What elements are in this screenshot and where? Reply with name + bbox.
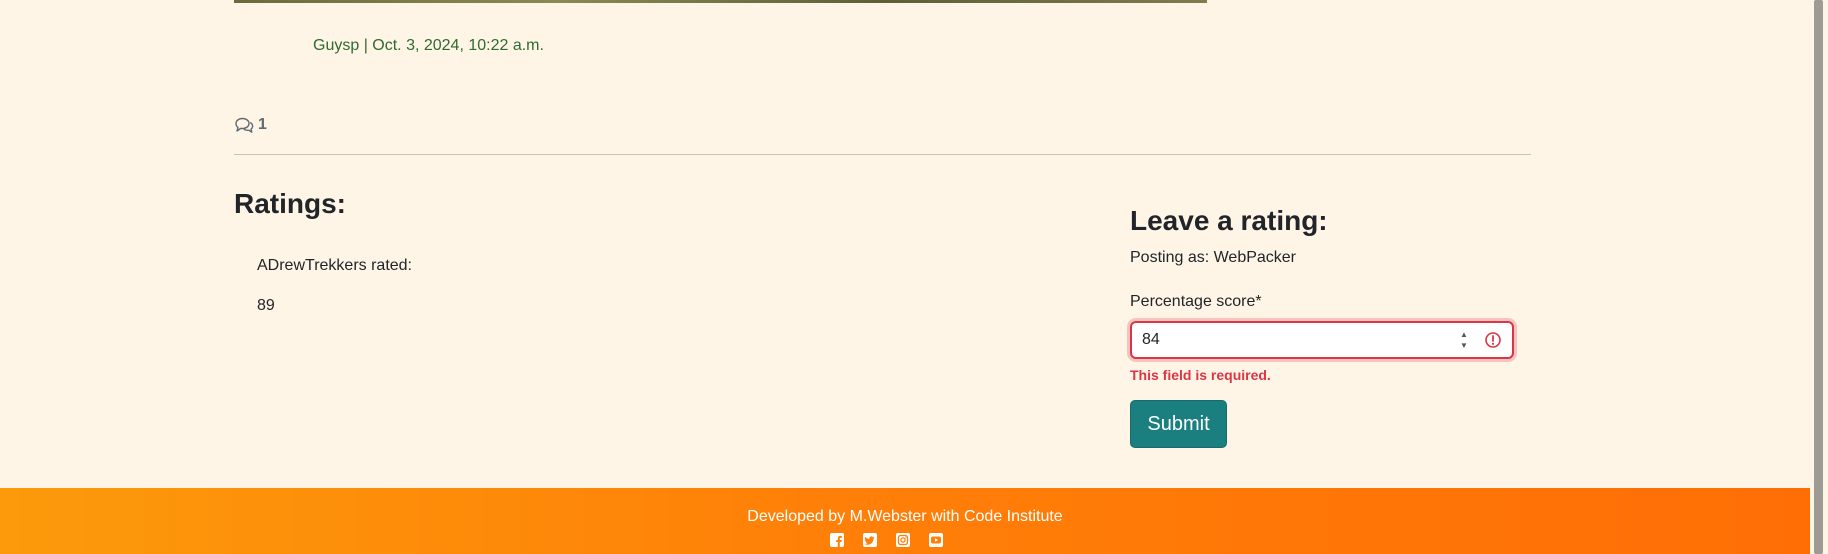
leave-rating-heading: Leave a rating: <box>1130 205 1328 236</box>
number-stepper[interactable]: ▲ ▼ <box>1458 330 1470 350</box>
footer-credit: Developed by M.Webster with Code Institu… <box>747 508 1063 525</box>
youtube-icon[interactable] <box>928 532 944 548</box>
facebook-icon[interactable] <box>829 532 845 548</box>
comments-icon <box>234 116 254 134</box>
comment-count: 1 <box>234 116 267 134</box>
percentage-score-input[interactable] <box>1132 325 1442 355</box>
rating-score: 89 <box>257 297 275 314</box>
field-error-message: This field is required. <box>1130 367 1271 383</box>
divider <box>234 154 1531 155</box>
instagram-icon[interactable] <box>895 532 911 548</box>
percentage-score-field: ▲ ▼ <box>1130 321 1514 359</box>
stepper-down-icon[interactable]: ▼ <box>1460 341 1468 350</box>
error-icon <box>1484 331 1502 349</box>
vertical-scrollbar[interactable] <box>1810 0 1828 554</box>
post-byline: Guysp | Oct. 3, 2024, 10:22 a.m. <box>313 37 544 54</box>
percentage-score-label: Percentage score* <box>1130 293 1262 310</box>
rating-author: ADrewTrekkers rated: <box>257 257 412 274</box>
ratings-heading: Ratings: <box>234 188 346 219</box>
submit-button[interactable]: Submit <box>1130 400 1227 448</box>
stepper-up-icon[interactable]: ▲ <box>1460 330 1468 339</box>
posting-as-text: Posting as: WebPacker <box>1130 249 1297 266</box>
scrollbar-thumb[interactable] <box>1814 0 1823 554</box>
post-image <box>234 0 1207 3</box>
footer: Developed by M.Webster with Code Institu… <box>0 488 1810 554</box>
twitter-icon[interactable] <box>862 532 878 548</box>
page: Guysp | Oct. 3, 2024, 10:22 a.m. 1 Ratin… <box>0 0 1828 554</box>
social-links <box>829 532 944 548</box>
comment-count-value: 1 <box>258 116 267 133</box>
